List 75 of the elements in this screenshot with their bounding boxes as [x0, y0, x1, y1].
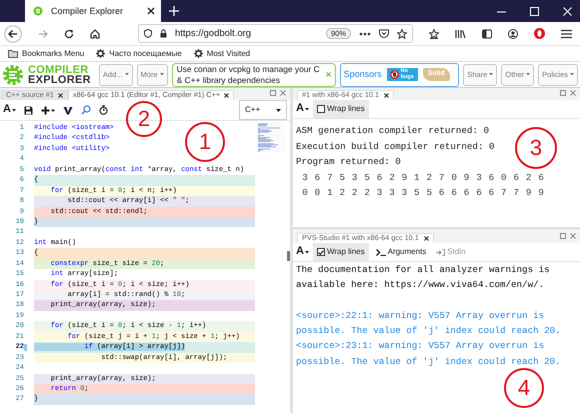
checkbox[interactable]	[316, 248, 325, 256]
sign-in-icon	[436, 248, 446, 256]
sponsors-label: Sponsors	[344, 69, 382, 80]
scrollbar-thumb	[287, 251, 290, 261]
output-line: 3 6 7 5 3 5 6 2 9 1 2 7 0 9 3 6 0 6 2 6	[301, 170, 546, 184]
caret-icon	[124, 73, 129, 76]
account-icon[interactable]	[508, 28, 518, 38]
add-dropdown-icon[interactable]	[40, 106, 55, 114]
new-tab-icon[interactable]	[169, 6, 179, 16]
callout-number: 3	[515, 127, 557, 169]
favicon-icon	[33, 6, 43, 16]
bookmark-item[interactable]: Most Visited	[206, 48, 250, 58]
font-size-button[interactable]: A	[3, 103, 16, 117]
notice-link[interactable]: vcpkg	[228, 64, 251, 74]
callout-number: 4	[504, 368, 544, 408]
back-icon[interactable]	[4, 24, 22, 42]
font-size-button[interactable]: A	[296, 245, 309, 259]
checkbox[interactable]	[316, 105, 325, 113]
vim-icon[interactable]	[62, 106, 73, 114]
pocket-icon[interactable]	[379, 29, 389, 38]
output-line: 0 0 1 2 2 2 3 3 3 5 5 6 6 6 6 6 7 7 9 9	[301, 186, 546, 200]
caret-icon	[570, 73, 574, 76]
close-icon[interactable]	[224, 93, 230, 98]
logo-text: EXPLORER	[28, 74, 91, 84]
search-icon[interactable]	[80, 105, 91, 115]
notice-text: Use conan or vcpkg to manage your C & C++ library dependencies	[176, 64, 321, 86]
reload-icon[interactable]	[64, 28, 74, 38]
home-icon[interactable]	[90, 28, 100, 38]
caret-icon	[276, 108, 281, 112]
terminal-icon	[376, 248, 386, 256]
caret-icon	[526, 73, 530, 76]
logo-gear-icon	[2, 64, 24, 86]
no-sign-icon	[390, 70, 399, 79]
warning-message: <source>:22:1: warning: V557 Array overrun is possible. The value of 'j' index could reach 20.	[296, 308, 562, 338]
font-size-button[interactable]: A	[296, 102, 309, 116]
warning-message: <source>:23:1: warning: V557 Array overrun is possible. The value of 'j' index could reach 20.	[296, 339, 562, 369]
output-line: Program returned: 0	[295, 155, 402, 169]
browser-tab[interactable]: Compiler Explorer	[25, 0, 161, 22]
folder-icon	[8, 50, 18, 58]
gear-icon	[194, 49, 203, 58]
shield-icon	[144, 29, 152, 38]
notice-link[interactable]: conan	[194, 64, 217, 74]
output-line: ASM generation compiler returned: 0	[295, 124, 490, 138]
check-icon	[318, 250, 324, 254]
output-line: Execution build compiler returned: 0	[295, 140, 496, 154]
wrap-lines-toggle[interactable]: Wrap lines	[312, 243, 369, 261]
close-icon[interactable]	[147, 7, 155, 15]
star-icon[interactable]	[397, 28, 407, 38]
lock-icon	[160, 29, 167, 38]
sidebar-icon[interactable]	[482, 28, 492, 38]
extension-icon[interactable]	[534, 28, 545, 39]
logo-text: COMPILER	[28, 64, 88, 74]
starred-list-icon[interactable]	[429, 28, 439, 38]
caret-icon	[160, 73, 164, 76]
toolbar-button[interactable]: Arguments	[372, 243, 430, 261]
close-icon[interactable]	[424, 236, 429, 242]
close-icon[interactable]	[58, 93, 63, 98]
wrap-lines-toggle[interactable]: Wrap lines	[312, 100, 369, 118]
gear-icon	[96, 49, 106, 58]
stopwatch-icon[interactable]	[98, 105, 108, 115]
bookmark-item[interactable]: Часто посещаемые	[109, 48, 182, 58]
bookmark-item[interactable]: Bookmarks Menu	[22, 48, 84, 58]
caret-icon	[304, 108, 309, 110]
library-icon[interactable]	[455, 28, 466, 38]
save-icon[interactable]	[24, 106, 33, 114]
language-select[interactable]: C++	[239, 100, 287, 120]
info-message: The documentation for all analyzer warnings is available here: https://www.viva64.com/en/w/.	[296, 263, 551, 292]
menu-icon[interactable]	[561, 28, 572, 38]
caret-icon	[304, 250, 309, 254]
caret-icon	[489, 73, 494, 76]
close-icon[interactable]	[384, 93, 390, 98]
more-actions-icon[interactable]	[359, 32, 371, 36]
caret-icon	[12, 108, 16, 112]
tab-title: Compiler Explorer	[51, 6, 124, 16]
url-text: https://godbolt.org	[175, 28, 252, 40]
